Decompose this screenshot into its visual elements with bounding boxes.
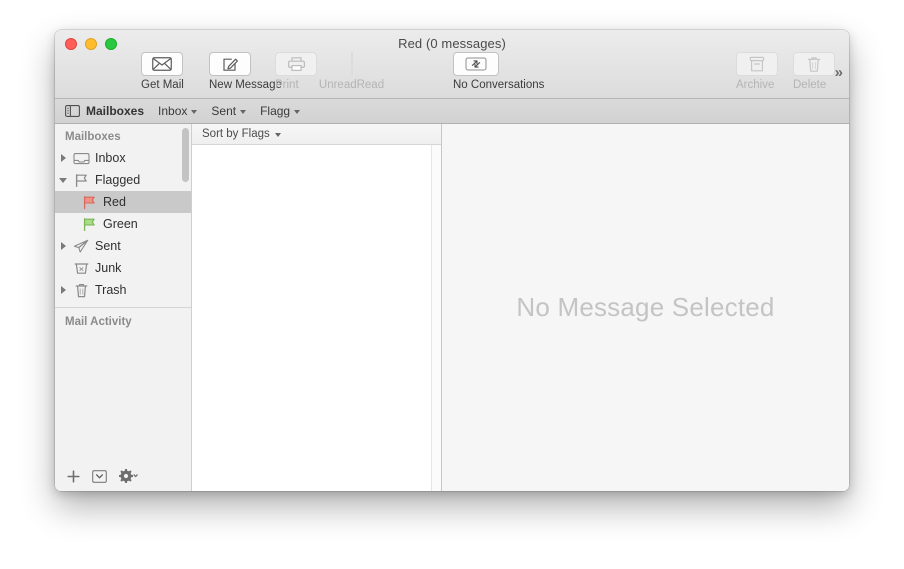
sidebar-scrollbar-thumb[interactable]	[182, 128, 189, 182]
disclosure-triangle-sent[interactable]	[55, 242, 71, 250]
delete-label: Delete	[793, 79, 827, 91]
toolbar-button-no-conversations[interactable]: No Conversations	[453, 52, 545, 91]
unread-label: Unread	[318, 79, 357, 91]
toolbar-button-unread[interactable]	[352, 53, 353, 75]
no-conversations-label: No Conversations	[453, 79, 545, 91]
trash-can-icon	[71, 283, 91, 298]
titlebar: Red (0 messages) Get Mail New Message Pr…	[55, 30, 849, 99]
envelope-icon	[152, 57, 172, 71]
disclosure-triangle-trash[interactable]	[55, 286, 71, 294]
inbox-tray-icon	[71, 152, 91, 165]
print-button-face	[275, 52, 317, 76]
sidebar-item-green[interactable]: Green	[55, 213, 191, 235]
mailbox-actions-button[interactable]	[92, 469, 107, 483]
toolbar-button-archive[interactable]: Archive	[736, 52, 778, 91]
unread-read-segment-group	[351, 52, 353, 76]
window-body: Mailboxes Inbox Flagged Red Green Sent J…	[55, 124, 849, 491]
sidebar-item-inbox[interactable]: Inbox	[55, 147, 191, 169]
trash-icon	[807, 56, 821, 73]
sidebar-item-trash[interactable]: Trash	[55, 279, 191, 301]
sidebar-item-trash-label: Trash	[95, 283, 127, 297]
sidebar-mailbox-list: Inbox Flagged Red Green Sent Junk Trash	[55, 147, 191, 301]
window-title: Red (0 messages)	[398, 36, 506, 51]
favorites-item-flagged[interactable]: Flagg	[260, 104, 301, 118]
sidebar-item-sent-label: Sent	[95, 239, 121, 253]
message-list-pane: Sort by Flags	[192, 124, 442, 491]
sidebar-section-title: Mailboxes	[65, 131, 121, 143]
message-list-sort-label: Sort by Flags	[202, 128, 270, 140]
sidebar-bottom-toolbar	[55, 461, 191, 491]
message-list-scrollbar[interactable]	[431, 145, 441, 491]
chevron-down-icon	[191, 109, 198, 114]
no-conversations-button-face	[453, 52, 499, 76]
sidebar-item-junk[interactable]: Junk	[55, 257, 191, 279]
new-message-label: New Message	[209, 79, 282, 91]
no-message-selected-text: No Message Selected	[516, 292, 775, 322]
add-mailbox-button[interactable]	[67, 469, 80, 483]
plus-icon	[67, 469, 80, 483]
toolbar: Get Mail New Message Print Unread Read N…	[55, 52, 849, 98]
sidebar-item-red[interactable]: Red	[55, 191, 191, 213]
junk-basket-icon	[71, 261, 91, 275]
sidebar-item-flagged-label: Flagged	[95, 173, 141, 187]
sidebar-toggle-icon	[65, 105, 80, 117]
toolbar-button-get-mail[interactable]: Get Mail	[141, 52, 184, 91]
envelope-unread-icon	[352, 57, 353, 72]
chevron-down-icon	[240, 109, 247, 114]
chevron-down-icon	[274, 132, 281, 137]
new-message-button-face	[209, 52, 251, 76]
paper-plane-icon	[71, 239, 91, 254]
flag-red-icon	[79, 195, 99, 210]
sidebar-item-inbox-label: Inbox	[95, 151, 126, 165]
sidebar-item-sent[interactable]: Sent	[55, 235, 191, 257]
message-list-sort-button[interactable]: Sort by Flags	[192, 124, 441, 145]
sidebar-item-red-label: Red	[103, 195, 126, 209]
collapse-arrows-icon	[465, 57, 487, 71]
favorites-item-inbox[interactable]: Inbox	[158, 104, 198, 118]
mailboxes-toggle-button[interactable]: Mailboxes	[65, 104, 144, 118]
sidebar-item-junk-label: Junk	[95, 261, 122, 275]
favorites-item-sent[interactable]: Sent	[211, 104, 247, 118]
compose-icon	[222, 56, 239, 73]
get-mail-label: Get Mail	[141, 79, 184, 91]
sidebar: Mailboxes Inbox Flagged Red Green Sent J…	[55, 124, 192, 491]
disclosure-triangle-inbox[interactable]	[55, 154, 71, 162]
mail-window: Red (0 messages) Get Mail New Message Pr…	[55, 30, 849, 491]
print-label: Print	[275, 79, 299, 91]
mail-activity-title: Mail Activity	[65, 316, 132, 328]
sidebar-item-green-label: Green	[103, 217, 138, 231]
sidebar-item-flagged[interactable]: Flagged	[55, 169, 191, 191]
message-list-body[interactable]	[192, 145, 441, 491]
toolbar-button-delete[interactable]: Delete	[793, 52, 835, 91]
mailbox-chevron-icon	[92, 469, 107, 483]
read-label: Read	[356, 79, 385, 91]
disclosure-triangle-flagged[interactable]	[55, 177, 71, 183]
chevron-down-icon	[294, 109, 301, 114]
reading-pane: No Message Selected	[442, 124, 849, 491]
delete-button-face	[793, 52, 835, 76]
favorites-sent-label: Sent	[211, 104, 237, 118]
flag-outline-icon	[71, 173, 91, 188]
toolbar-button-print[interactable]: Print	[275, 52, 317, 91]
toolbar-button-new-message[interactable]: New Message	[209, 52, 282, 91]
get-mail-button-face	[141, 52, 183, 76]
archive-box-icon	[749, 56, 765, 73]
favorites-flagged-label: Flagg	[260, 104, 291, 118]
flag-green-icon	[79, 217, 99, 232]
mailboxes-toggle-label: Mailboxes	[86, 104, 145, 118]
favorites-inbox-label: Inbox	[158, 104, 188, 118]
printer-icon	[287, 56, 306, 72]
archive-button-face	[736, 52, 778, 76]
archive-label: Archive	[736, 79, 775, 91]
gear-icon	[119, 469, 139, 483]
toolbar-overflow-button[interactable]: »	[835, 64, 843, 81]
screen: Red (0 messages) Get Mail New Message Pr…	[0, 0, 904, 569]
toolbar-group-unread-read: Unread Read	[319, 52, 384, 91]
settings-button[interactable]	[119, 469, 139, 483]
favorites-bar: Mailboxes Inbox Sent Flagg	[55, 99, 849, 124]
